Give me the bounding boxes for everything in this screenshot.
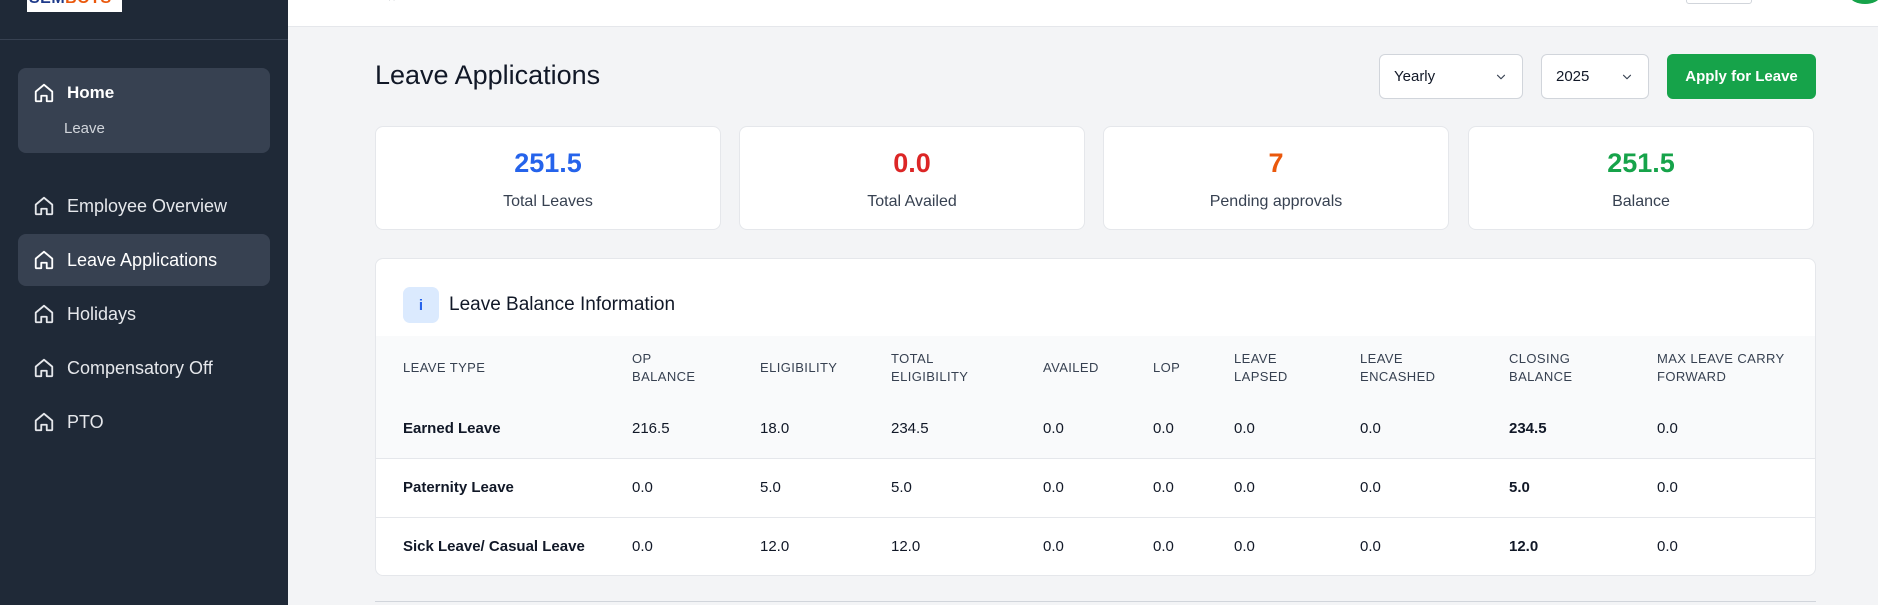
info-icon: i <box>403 287 439 323</box>
leave-balance-table: LEAVE TYPE OP BALANCE ELIGIBILITY TOTAL … <box>376 336 1815 575</box>
company-logo[interactable]: SEMBOTS <box>27 0 122 12</box>
home-icon <box>33 82 55 104</box>
period-select-value: Yearly <box>1394 68 1436 85</box>
table-cell: 216.5 <box>632 419 670 437</box>
closing-balance-cell: 12.0 <box>1509 538 1539 556</box>
avatar[interactable] <box>1850 0 1878 4</box>
table-cell: 0.0 <box>1234 479 1255 496</box>
page-title: Leave Applications <box>375 60 601 90</box>
home-icon <box>33 195 55 217</box>
table-cell: 5.0 <box>891 479 912 496</box>
panel-title: Leave Balance Information <box>449 294 676 315</box>
sidebar-item-employee-overview[interactable]: Employee Overview <box>18 180 270 232</box>
column-header: TOTAL ELIGIBILITY <box>891 350 969 384</box>
table-cell: 0.0 <box>632 538 653 556</box>
apply-for-leave-button[interactable]: Apply for Leave <box>1667 54 1816 99</box>
column-header: OP BALANCE <box>632 350 696 384</box>
home-icon <box>33 303 55 325</box>
sidebar-item-label: PTO <box>67 411 104 432</box>
stat-value: 0.0 <box>893 148 931 178</box>
table-cell: 0.0 <box>1234 538 1255 556</box>
stat-value: 251.5 <box>514 148 582 178</box>
column-header: CLOSING BALANCE <box>1509 350 1573 384</box>
table-cell: 0.0 <box>1043 538 1064 556</box>
panel-header: i Leave Balance Information <box>403 287 675 323</box>
column-header: AVAILED <box>1043 359 1099 375</box>
table-cell: 0.0 <box>1153 538 1174 556</box>
home-icon <box>33 357 55 379</box>
home-icon <box>33 249 55 271</box>
table-cell: 0.0 <box>1360 538 1381 556</box>
sidebar-item-home[interactable]: Home <box>33 82 114 104</box>
stat-card-total-leaves: 251.5 Total Leaves <box>375 126 721 230</box>
sidebar-subitem-leave[interactable]: Leave <box>64 120 105 137</box>
stat-card-pending-approvals: 7 Pending approvals <box>1103 126 1449 230</box>
table-row: Paternity Leave 0.0 5.0 5.0 0.0 0.0 0.0 … <box>376 458 1815 517</box>
table-header-row: LEAVE TYPE OP BALANCE ELIGIBILITY TOTAL … <box>376 336 1815 399</box>
table-cell: 0.0 <box>1153 419 1174 437</box>
table-cell: 12.0 <box>760 538 790 556</box>
leave-balance-panel: i Leave Balance Information LEAVE TYPE O… <box>375 258 1816 576</box>
table-cell: 0.0 <box>1043 479 1064 496</box>
sidebar-item-label: Holidays <box>67 303 137 324</box>
stat-label: Balance <box>1612 193 1670 210</box>
column-header: LEAVE TYPE <box>403 359 486 375</box>
sidebar-divider <box>0 39 288 40</box>
top-header: ⌃ <box>288 0 1878 27</box>
stat-label: Total Leaves <box>503 193 593 210</box>
year-select[interactable]: 2025 <box>1541 54 1649 99</box>
table-cell: 234.5 <box>891 419 929 437</box>
leave-type-cell: Sick Leave/ Casual Leave <box>403 538 585 556</box>
sidebar-item-holidays[interactable]: Holidays <box>18 288 270 340</box>
closing-balance-cell: 5.0 <box>1509 479 1530 496</box>
leave-type-cell: Earned Leave <box>403 419 501 437</box>
sidebar-item-pto[interactable]: PTO <box>18 396 270 448</box>
sidebar-item-label: Compensatory Off <box>67 357 213 378</box>
leave-type-cell: Paternity Leave <box>403 479 514 496</box>
chevron-down-icon <box>1496 74 1506 80</box>
sidebar-item-compensatory-off[interactable]: Compensatory Off <box>18 342 270 394</box>
header-control[interactable] <box>1686 0 1752 4</box>
closing-balance-cell: 234.5 <box>1509 419 1547 437</box>
chevron-down-icon <box>1622 74 1632 80</box>
table-cell: 0.0 <box>1657 419 1678 437</box>
table-cell: 0.0 <box>632 479 653 496</box>
sidebar-item-label: Leave Applications <box>67 249 218 270</box>
stat-card-total-availed: 0.0 Total Availed <box>739 126 1085 230</box>
next-panel-edge <box>375 601 1816 605</box>
sidebar-group-home: Home Leave <box>18 68 270 153</box>
sidebar-item-leave-applications[interactable]: Leave Applications <box>18 234 270 286</box>
home-icon <box>33 411 55 433</box>
table-cell: 0.0 <box>1360 419 1381 437</box>
sidebar-item-label: Home <box>67 83 115 102</box>
column-header: LEAVE ENCASHED <box>1360 350 1436 384</box>
column-header: ELIGIBILITY <box>760 359 838 375</box>
table-cell: 0.0 <box>1360 479 1381 496</box>
table-cell: 12.0 <box>891 538 921 556</box>
stat-label: Total Availed <box>867 193 957 210</box>
table-cell: 0.0 <box>1657 479 1678 496</box>
logo-text: SEMBOTS <box>29 0 112 8</box>
table-row: Sick Leave/ Casual Leave 0.0 12.0 12.0 0… <box>376 517 1815 575</box>
table-row: Earned Leave 216.5 18.0 234.5 0.0 0.0 0.… <box>376 399 1815 458</box>
table-cell: 18.0 <box>760 419 790 437</box>
column-header: LEAVE LAPSED <box>1234 350 1288 384</box>
menu-toggle-icon[interactable]: ⌃ <box>386 0 398 11</box>
stat-card-balance: 251.5 Balance <box>1468 126 1814 230</box>
table-cell: 0.0 <box>1657 538 1678 556</box>
table-cell: 5.0 <box>760 479 781 496</box>
column-header: MAX LEAVE CARRY FORWARD <box>1657 350 1785 384</box>
year-select-value: 2025 <box>1556 68 1590 85</box>
column-header: LOP <box>1153 359 1181 375</box>
sidebar: SEMBOTS Home Leave Employee Overview Lea… <box>0 0 288 605</box>
stat-label: Pending approvals <box>1209 193 1343 210</box>
period-select[interactable]: Yearly <box>1379 54 1523 99</box>
table-cell: 0.0 <box>1043 419 1064 437</box>
table-cell: 0.0 <box>1153 479 1174 496</box>
stat-value: 251.5 <box>1607 148 1675 178</box>
sidebar-item-label: Employee Overview <box>67 195 228 216</box>
stat-value: 7 <box>1268 148 1284 178</box>
table-cell: 0.0 <box>1234 419 1255 437</box>
